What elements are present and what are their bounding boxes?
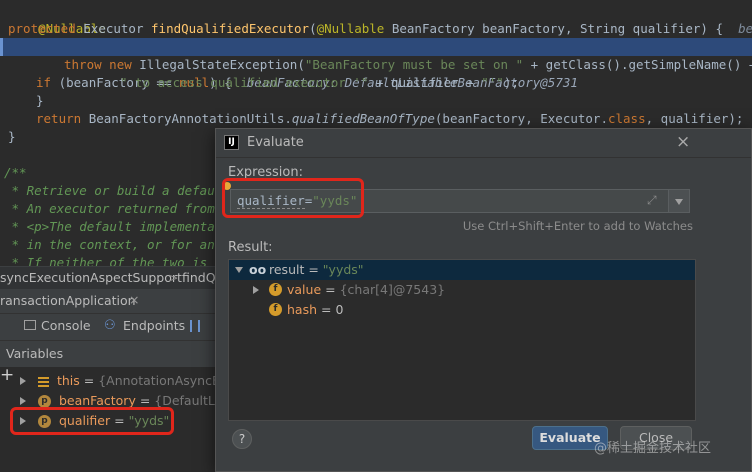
tab-endpoints[interactable]: Endpoints — [123, 318, 185, 333]
result-row-root[interactable]: oo result = "yyds" — [229, 260, 695, 280]
equals-sign: = — [304, 262, 323, 277]
doc-comment-line: * Retrieve or build a default — [4, 183, 230, 198]
code-line-8: } — [8, 129, 16, 144]
field-value: 0 — [335, 302, 344, 317]
doc-comment-line: * <p>The default implementati — [4, 219, 230, 234]
field-name: value — [287, 282, 322, 297]
expand-icon[interactable]: ⤢ — [647, 193, 657, 208]
inline-debug-hint: beanFactor — [738, 21, 752, 36]
variable-row-this[interactable]: this = {AnnotationAsyncExec — [20, 371, 241, 391]
field-value: {char[4]@7543} — [339, 282, 446, 297]
field-text: value = {char[4]@7543} — [287, 280, 445, 300]
code-line-2: protected Executor findQualifiedExecutor… — [8, 20, 752, 38]
breadcrumb-separator: > — [168, 270, 179, 285]
expand-arrow-icon[interactable] — [20, 397, 26, 405]
result-row-value[interactable]: f value = {char[4]@7543} — [229, 280, 695, 300]
stack-icon — [37, 376, 49, 387]
breadcrumb-item-method[interactable]: findQ — [182, 270, 216, 285]
close-icon[interactable]: × — [676, 132, 690, 152]
method-params: BeanFactory beanFactory, String qualifie… — [391, 21, 723, 36]
chevron-down-icon — [675, 199, 683, 205]
watch-glasses-icon: oo — [249, 262, 267, 277]
highlight-box-qualifier — [10, 407, 174, 435]
add-watch-icon[interactable]: + — [0, 365, 14, 385]
execution-marker — [0, 38, 3, 56]
equals-sign: = — [79, 373, 99, 388]
code-line-4: throw new IllegalStateException("BeanFac… — [64, 56, 752, 74]
result-name: result — [269, 262, 305, 277]
code-line-6: } — [36, 93, 44, 108]
dialog-title: Evaluate — [247, 135, 304, 150]
keyword-new: new — [109, 57, 132, 72]
result-label: Result: — [228, 240, 273, 255]
breadcrumb-item-class[interactable]: syncExecutionAspectSupport — [0, 270, 182, 285]
keyword-if: if — [36, 75, 52, 90]
watch-hint: Use Ctrl+Shift+Enter to add to Watches — [462, 219, 693, 233]
variable-name: beanFactory — [58, 393, 136, 408]
statement-end: ); — [503, 75, 519, 90]
doc-comment-line: * An executor returned from t — [4, 201, 230, 216]
variables-title: Variables — [6, 346, 64, 361]
exception-class: IllegalStateException( — [139, 57, 305, 72]
code-line-1: @Nullable — [8, 2, 106, 36]
tab-console[interactable]: Console — [41, 318, 91, 333]
result-text: result = "yyds" — [269, 260, 364, 280]
return-type: Executor — [83, 21, 144, 36]
result-tree[interactable]: oo result = "yyds" f value = {char[4]@75… — [228, 259, 696, 421]
expand-arrow-icon[interactable] — [253, 286, 259, 294]
method-args-end: , qualifier); — [645, 111, 744, 126]
field-text: hash = 0 — [287, 300, 343, 320]
close-icon[interactable]: × — [129, 292, 139, 307]
intellij-logo-icon: IJ — [224, 135, 239, 150]
history-dropdown-button[interactable] — [668, 189, 690, 213]
field-name: hash — [287, 302, 318, 317]
expression-mid: + qualifier + — [368, 75, 482, 90]
string-literal: "'" — [481, 75, 504, 90]
keyword-return: return — [36, 111, 82, 126]
variable-name: this — [56, 373, 80, 388]
utils-class: BeanFactoryAnnotationUtils. — [88, 111, 292, 126]
equals-sign: = — [135, 393, 155, 408]
watermark: @稀土掘金技术社区 — [594, 441, 712, 456]
highlight-box-expression — [222, 178, 364, 218]
keyword-throw: throw — [64, 57, 102, 72]
help-button[interactable]: ? — [232, 429, 252, 449]
keyword-protected: protected — [8, 21, 76, 36]
frames-icon[interactable] — [190, 320, 200, 332]
expand-arrow-icon[interactable] — [20, 377, 26, 385]
keyword-class: class — [607, 111, 646, 126]
code-line-5: " to access qualified executor '" + qual… — [120, 74, 519, 92]
string-literal: "BeanFactory must be set on " — [304, 57, 524, 72]
result-value: "yyds" — [322, 262, 364, 277]
code-line-7: return BeanFactoryAnnotationUtils.qualif… — [36, 110, 743, 128]
console-icon — [24, 320, 36, 330]
field-icon: f — [269, 283, 282, 296]
string-literal: " to access qualified executor '" — [120, 75, 369, 90]
field-icon: f — [269, 303, 282, 316]
highlighted-execution-line: if (beanFactory == null) { beanFactory: … — [0, 38, 752, 90]
endpoints-icon: ⚇ — [104, 318, 116, 333]
static-method: qualifiedBeanOfType — [291, 111, 435, 126]
collapse-arrow-icon[interactable] — [235, 267, 243, 273]
param-annotation: @Nullable — [316, 21, 385, 36]
evaluate-dialog: IJ Evaluate × Expression: qualifier="yyd… — [215, 128, 752, 472]
doc-comment-line: * If neither of the two is re — [4, 255, 230, 266]
equals-sign: = — [321, 282, 340, 297]
method-name: findQualifiedExecutor — [151, 21, 310, 36]
debug-session-tab[interactable]: ransactionApplication — [0, 293, 136, 308]
equals-sign: = — [317, 302, 336, 317]
method-args: (beanFactory, Executor. — [434, 111, 608, 126]
doc-comment-line: /** — [4, 165, 27, 180]
doc-comment-line: * in the context, or for an E — [4, 237, 230, 252]
dialog-title-bar[interactable]: IJ Evaluate × — [216, 129, 751, 158]
result-row-hash[interactable]: f hash = 0 — [229, 300, 695, 320]
expression-rest: + getClass().getSimpleName() + — [523, 57, 752, 72]
